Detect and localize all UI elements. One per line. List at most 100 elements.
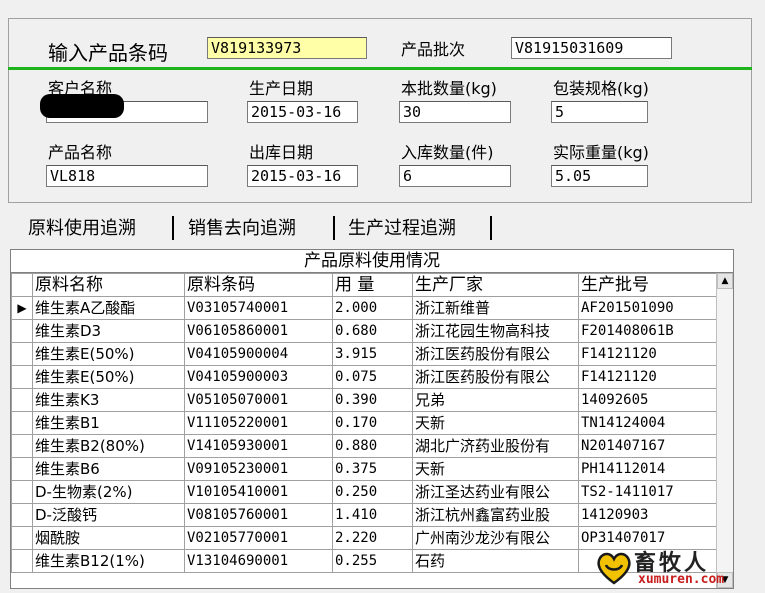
row-selector[interactable] [11,457,33,481]
amount-cell[interactable]: 0.075 [332,365,413,389]
material-code-cell[interactable]: V09105230001 [184,457,333,481]
amount-cell[interactable]: 1.410 [332,503,413,527]
material-code-cell[interactable]: V03105740001 [184,296,333,320]
material-code-cell[interactable]: V05105070001 [184,388,333,412]
material-code-cell[interactable]: V06105860001 [184,319,333,343]
amount-cell[interactable]: 0.250 [332,480,413,504]
amount-cell[interactable]: 0.170 [332,411,413,435]
table-row[interactable]: ▶ 维生素A乙酸酯 V03105740001 2.000 浙江新维普 AF20150109… [11,296,719,320]
table-row[interactable]: 维生素E(50%) V04105900003 0.075 浙江医药股份有限公 F1412… [11,365,719,389]
amount-cell[interactable]: 0.375 [332,457,413,481]
maker-cell[interactable]: 广州南沙龙沙有限公 [412,526,579,550]
table-row[interactable]: 维生素E(50%) V04105900004 3.915 浙江医药股份有限公 F1412… [11,342,719,366]
amount-cell[interactable]: 2.000 [332,296,413,320]
material-code-cell[interactable]: V04105900004 [184,342,333,366]
batch-number-cell[interactable]: 14120903 [578,503,719,527]
maker-cell[interactable]: 石药 [412,549,579,573]
maker-cell[interactable]: 浙江医药股份有限公 [412,365,579,389]
material-name-cell[interactable]: 烟酰胺 [32,526,185,550]
material-name-cell[interactable]: D-泛酸钙 [32,503,185,527]
material-code-cell[interactable]: V14105930001 [184,434,333,458]
product-name-label: 产品名称 [48,143,113,162]
table-row[interactable]: 维生素K3 V05105070001 0.390 兄弟 14092605 [11,388,719,412]
vertical-scrollbar[interactable]: ▲ ▼ [716,273,733,588]
material-name-cell[interactable]: 维生素B12(1%) [32,549,185,573]
maker-cell[interactable]: 天新 [412,457,579,481]
batch-number-cell[interactable]: AF201501090 [578,296,719,320]
maker-cell[interactable]: 兄弟 [412,388,579,412]
row-selector[interactable] [11,549,33,573]
batch-number-cell[interactable]: PH14112014 [578,457,719,481]
amount-cell[interactable]: 0.255 [332,549,413,573]
col-header-maker[interactable]: 生产厂家 [412,273,579,297]
col-header-name[interactable]: 原料名称 [32,273,185,297]
barcode-input[interactable]: V819133973 [207,37,367,59]
pack-field[interactable]: 5 [551,101,648,123]
batch-number-cell[interactable]: F14121120 [578,342,719,366]
material-code-cell[interactable]: V08105760001 [184,503,333,527]
material-code-cell[interactable]: V10105410001 [184,480,333,504]
batch-number-cell[interactable]: 14092605 [578,388,719,412]
material-name-cell[interactable]: 维生素A乙酸酯 [32,296,185,320]
row-selector[interactable] [11,411,33,435]
row-selector[interactable] [11,503,33,527]
material-code-cell[interactable]: V11105220001 [184,411,333,435]
amount-cell[interactable]: 0.390 [332,388,413,412]
col-header-batch[interactable]: 生产批号 [578,273,719,297]
tab-production-trace[interactable]: 生产过程追溯 [342,212,462,242]
current-row-pointer-icon[interactable]: ▶ [11,296,33,320]
row-selector[interactable] [11,342,33,366]
amount-cell[interactable]: 0.680 [332,319,413,343]
material-name-cell[interactable]: 维生素B2(80%) [32,434,185,458]
material-code-cell[interactable]: V02105770001 [184,526,333,550]
batch-number-cell[interactable]: TN14124004 [578,411,719,435]
material-name-cell[interactable]: 维生素K3 [32,388,185,412]
row-selector[interactable] [11,480,33,504]
material-name-cell[interactable]: D-生物素(2%) [32,480,185,504]
maker-cell[interactable]: 湖北广济药业股份有 [412,434,579,458]
material-code-cell[interactable]: V13104690001 [184,549,333,573]
table-row[interactable]: D-生物素(2%) V10105410001 0.250 浙江圣达药业有限公 TS2-1… [11,480,719,504]
amount-cell[interactable]: 2.220 [332,526,413,550]
batch-number-cell[interactable]: N201407167 [578,434,719,458]
maker-cell[interactable]: 浙江圣达药业有限公 [412,480,579,504]
tab-sales-trace[interactable]: 销售去向追溯 [182,212,302,242]
col-header-amount[interactable]: 用 量 [332,273,413,297]
prod-date-field[interactable]: 2015-03-16 [247,101,358,123]
table-row[interactable]: 维生素B2(80%) V14105930001 0.880 湖北广济药业股份有 N201… [11,434,719,458]
maker-cell[interactable]: 浙江花园生物高科技 [412,319,579,343]
row-selector[interactable] [11,434,33,458]
table-row[interactable]: D-泛酸钙 V08105760001 1.410 浙江杭州鑫富药业股 14120903 [11,503,719,527]
col-header-code[interactable]: 原料条码 [184,273,333,297]
material-name-cell[interactable]: 维生素E(50%) [32,365,185,389]
batch-number-cell[interactable]: F201408061B [578,319,719,343]
amount-cell[interactable]: 3.915 [332,342,413,366]
batch-field[interactable]: V81915031609 [511,37,672,59]
tab-material-trace[interactable]: 原料使用追溯 [22,212,142,242]
row-selector[interactable] [11,319,33,343]
material-name-cell[interactable]: 维生素B1 [32,411,185,435]
amount-cell[interactable]: 0.880 [332,434,413,458]
material-code-cell[interactable]: V04105900003 [184,365,333,389]
table-row[interactable]: 维生素B1 V11105220001 0.170 天新 TN14124004 [11,411,719,435]
material-name-cell[interactable]: 维生素B6 [32,457,185,481]
weight-field[interactable]: 5.05 [551,165,648,187]
material-name-cell[interactable]: 维生素D3 [32,319,185,343]
table-row[interactable]: 维生素B6 V09105230001 0.375 天新 PH14112014 [11,457,719,481]
row-selector[interactable] [11,365,33,389]
in-qty-field[interactable]: 6 [399,165,511,187]
maker-cell[interactable]: 浙江杭州鑫富药业股 [412,503,579,527]
maker-cell[interactable]: 浙江医药股份有限公 [412,342,579,366]
row-selector[interactable] [11,526,33,550]
qty-field[interactable]: 30 [399,101,511,123]
product-name-field[interactable]: VL818 [46,165,208,187]
batch-number-cell[interactable]: TS2-1411017 [578,480,719,504]
table-row[interactable]: 维生素D3 V06105860001 0.680 浙江花园生物高科技 F20140806… [11,319,719,343]
batch-number-cell[interactable]: F14121120 [578,365,719,389]
material-name-cell[interactable]: 维生素E(50%) [32,342,185,366]
out-date-field[interactable]: 2015-03-16 [247,165,358,187]
scroll-up-icon[interactable]: ▲ [717,273,733,289]
maker-cell[interactable]: 浙江新维普 [412,296,579,320]
row-selector[interactable] [11,388,33,412]
maker-cell[interactable]: 天新 [412,411,579,435]
